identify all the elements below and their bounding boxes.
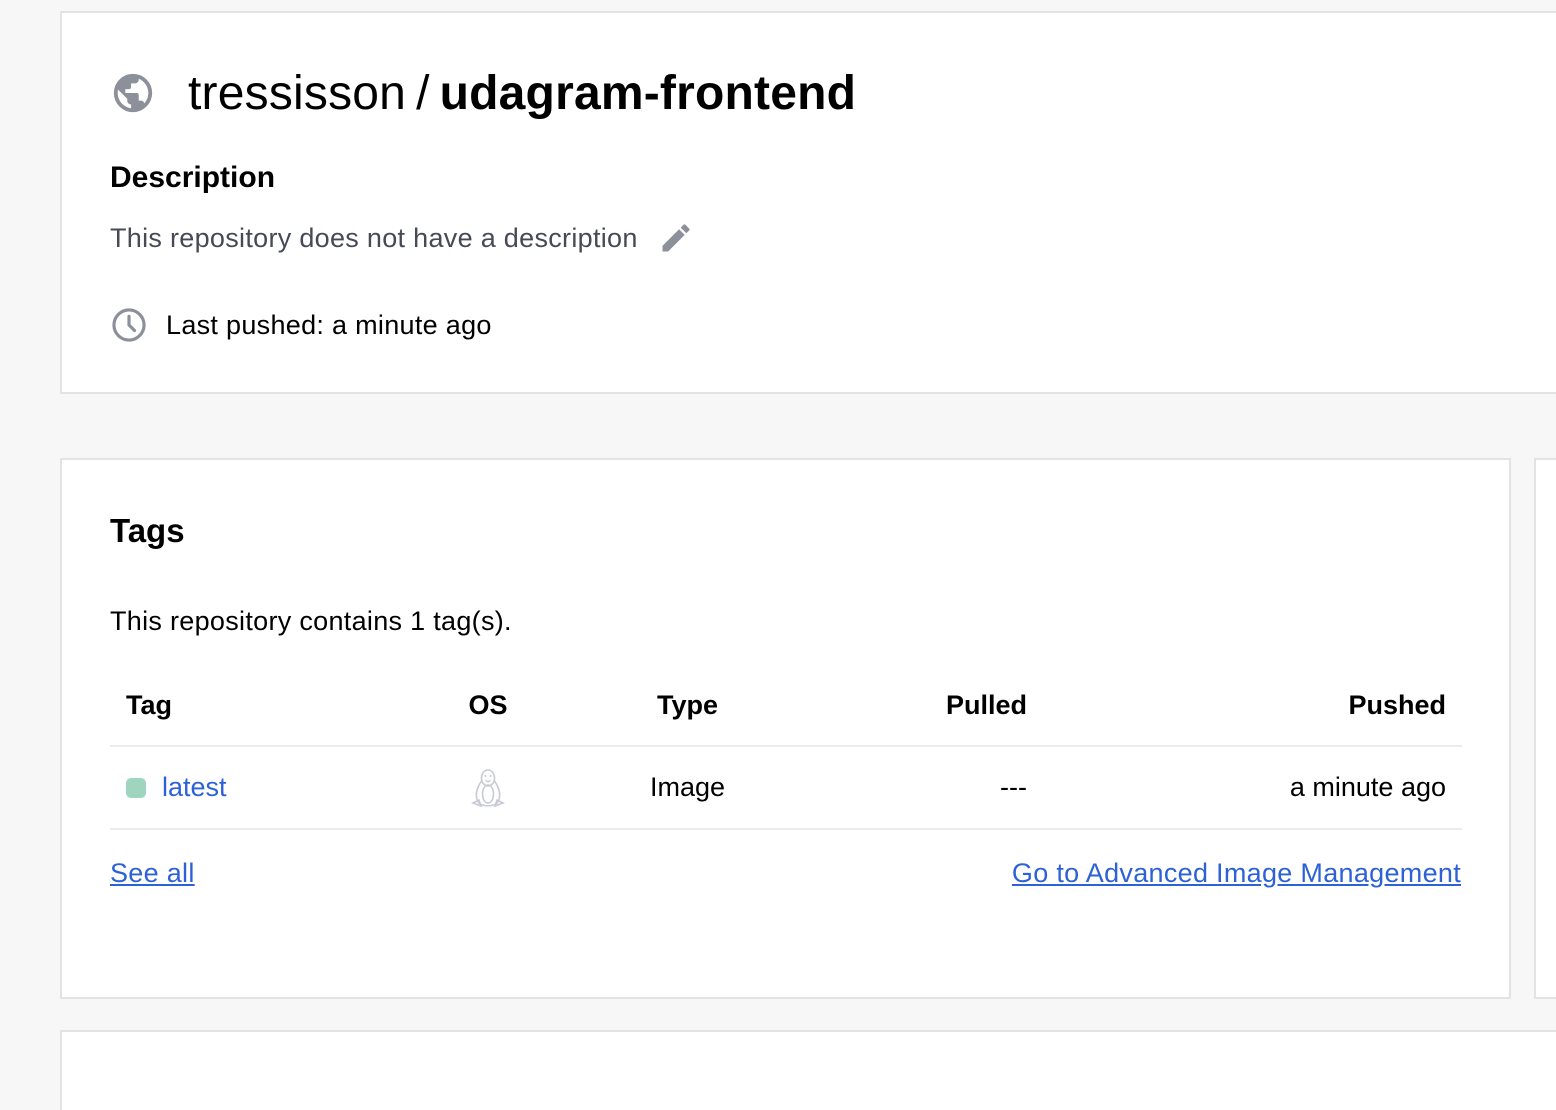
tags-card: Tags This repository contains 1 tag(s). … xyxy=(60,458,1511,999)
description-row: This repository does not have a descript… xyxy=(110,218,694,258)
tags-summary: This repository contains 1 tag(s). xyxy=(110,606,512,636)
table-row: latest Image --- a minute ago xyxy=(110,747,1462,830)
side-card xyxy=(1534,458,1556,999)
tag-status-indicator xyxy=(126,777,146,798)
clock-icon xyxy=(112,308,146,342)
repository-name: udagram-frontend xyxy=(439,66,857,120)
repository-namespace[interactable]: tressisson xyxy=(188,67,406,120)
advanced-image-management-link[interactable]: Go to Advanced Image Management xyxy=(1012,858,1461,889)
tag-link-latest[interactable]: latest xyxy=(162,772,227,803)
column-header-pushed: Pushed xyxy=(1348,689,1446,720)
see-all-link[interactable]: See all xyxy=(110,858,195,889)
tags-table: Tag OS Type Pulled Pushed latest Image -… xyxy=(110,665,1462,830)
description-text: This repository does not have a descript… xyxy=(110,222,638,253)
column-header-pulled: Pulled xyxy=(945,689,1027,720)
column-header-type: Type xyxy=(656,689,718,720)
linux-tux-icon xyxy=(471,768,505,807)
repository-title-row: tressisson / udagram-frontend xyxy=(110,65,856,121)
tag-cell: latest xyxy=(126,747,227,828)
last-pushed-text: Last pushed: a minute ago xyxy=(166,309,492,340)
type-cell: Image xyxy=(649,772,726,802)
last-pushed-row: Last pushed: a minute ago xyxy=(110,305,492,345)
os-cell xyxy=(468,747,508,828)
pencil-icon[interactable] xyxy=(658,220,694,256)
pulled-cell: --- xyxy=(1000,772,1027,802)
pushed-cell: a minute ago xyxy=(1289,772,1446,802)
repository-title: tressisson / udagram-frontend xyxy=(188,66,856,121)
title-separator: / xyxy=(416,66,430,120)
globe-icon xyxy=(113,73,153,113)
tags-heading: Tags xyxy=(110,512,185,549)
bottom-card xyxy=(60,1030,1556,1110)
column-header-tag: Tag xyxy=(126,689,172,720)
column-header-os: OS xyxy=(468,689,508,720)
description-heading: Description xyxy=(110,161,276,194)
table-header: Tag OS Type Pulled Pushed xyxy=(110,665,1462,747)
repository-header-card: tressisson / udagram-frontend Description … xyxy=(60,11,1556,394)
